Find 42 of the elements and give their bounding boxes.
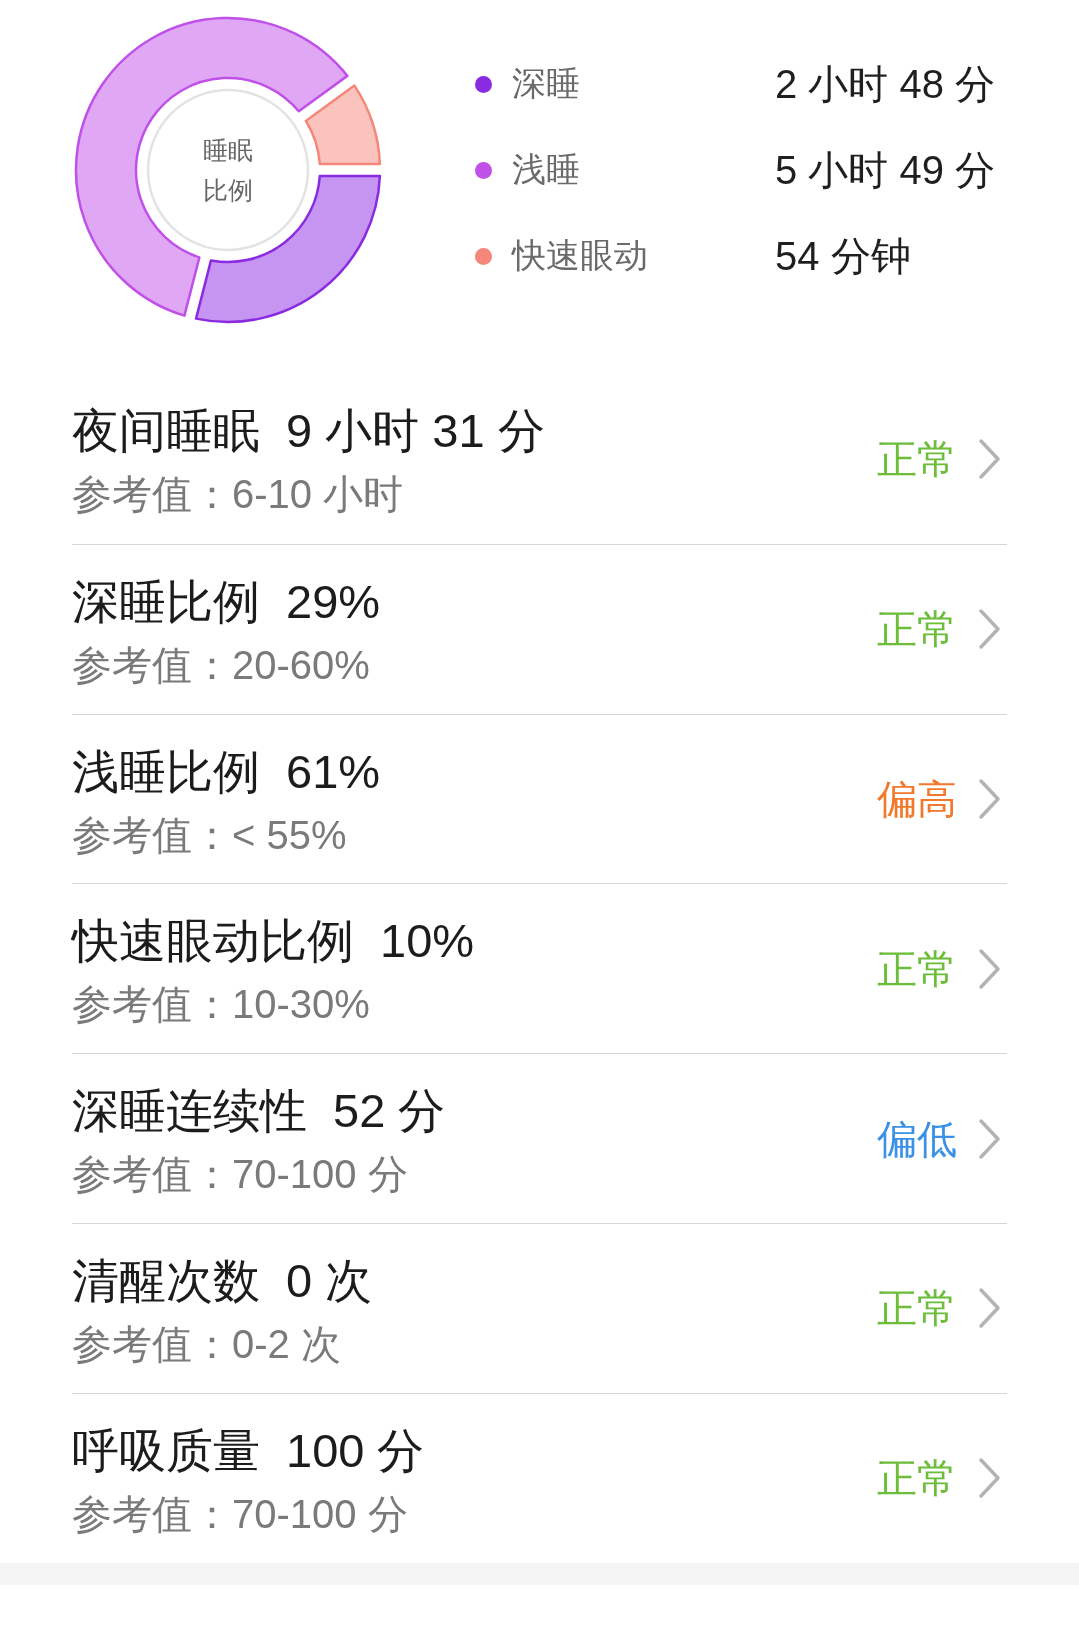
status-label: 正常 — [877, 1455, 957, 1503]
metric-value: 100 分 — [286, 1422, 425, 1479]
metric-name: 深睡连续性 — [72, 1083, 307, 1140]
reference-range: 参考值：< 55% — [72, 811, 347, 859]
chevron-right-icon[interactable] — [978, 778, 1001, 820]
metric-name: 夜间睡眠 — [72, 403, 260, 459]
status-label: 偏高 — [877, 776, 957, 823]
reference-range: 参考值：0-2 次 — [72, 1321, 341, 1368]
status-label: 正常 — [877, 606, 957, 654]
reference-range: 参考值：6-10 小时 — [72, 471, 404, 518]
legend-value: 2 小时 48 分 — [775, 60, 996, 108]
status-label: 正常 — [877, 435, 957, 483]
metric-value: 29% — [286, 573, 381, 630]
metric-value: 10% — [380, 913, 475, 970]
metric-value: 9 小时 31 分 — [286, 403, 545, 459]
metric-name: 快速眼动比例 — [72, 913, 354, 970]
reference-range: 参考值：20-60% — [72, 641, 370, 689]
chevron-right-icon[interactable] — [978, 947, 1001, 990]
reference-range: 参考值：70-100 分 — [72, 1490, 408, 1538]
legend-label: 浅睡 — [512, 149, 581, 190]
metric-name: 深睡比例 — [72, 573, 260, 630]
chevron-right-icon[interactable] — [978, 1457, 1001, 1500]
metric-value: 61% — [286, 743, 381, 800]
legend-value: 54 分钟 — [775, 232, 912, 280]
legend-label: 深睡 — [512, 63, 581, 104]
legend-label: 快速眼动 — [512, 235, 649, 276]
metric-name: 浅睡比例 — [72, 743, 260, 800]
chevron-right-icon[interactable] — [978, 608, 1001, 651]
legend-value: 5 小时 49 分 — [775, 146, 996, 194]
metric-name: 呼吸质量 — [72, 1422, 260, 1479]
metric-value: 52 分 — [333, 1083, 446, 1140]
chevron-right-icon[interactable] — [978, 437, 1001, 480]
chevron-right-icon[interactable] — [978, 1117, 1001, 1160]
metric-name: 清醒次数 — [72, 1253, 260, 1309]
chart-title: 睡眠比例 — [202, 135, 254, 206]
status-label: 正常 — [877, 1285, 957, 1333]
reference-range: 参考值：10-30% — [72, 981, 370, 1029]
reference-range: 参考值：70-100 分 — [72, 1151, 408, 1199]
metric-value: 0 次 — [286, 1253, 373, 1309]
status-label: 正常 — [877, 945, 957, 993]
status-label: 偏低 — [877, 1115, 957, 1163]
chevron-right-icon[interactable] — [978, 1287, 1001, 1330]
